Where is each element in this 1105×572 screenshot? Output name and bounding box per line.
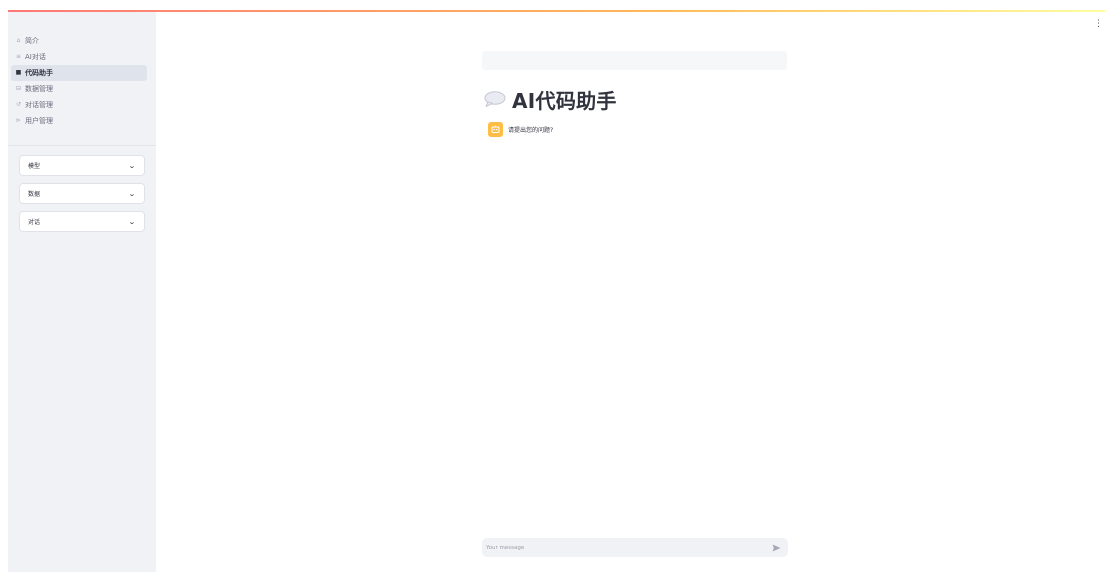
speech-balloon-icon bbox=[484, 91, 506, 107]
chat-bubble-icon: ■ bbox=[15, 69, 22, 76]
sidebar-item-label: 简介 bbox=[25, 37, 39, 45]
sidebar-item-label: 对话管理 bbox=[25, 101, 53, 109]
sidebar-item-label: 用户管理 bbox=[25, 117, 53, 125]
expander-chat[interactable]: 对话 ⌄ bbox=[19, 211, 145, 232]
chat-input[interactable] bbox=[486, 544, 746, 551]
sidebar-divider bbox=[8, 145, 156, 146]
chat-icon: ≡ bbox=[15, 53, 22, 60]
sidebar-item-label: 数据管理 bbox=[25, 85, 53, 93]
database-icon: ⊟ bbox=[15, 85, 22, 92]
chevron-down-icon: ⌄ bbox=[128, 189, 136, 198]
header-decoration-bar bbox=[8, 10, 1105, 12]
sidebar-item-chat-management[interactable]: ↺ 对话管理 bbox=[11, 97, 147, 113]
chat-message-text: 请提出您的问题? bbox=[508, 126, 554, 134]
page-title: AI代码助手 bbox=[484, 86, 617, 113]
sidebar-item-intro[interactable]: ⌂ 简介 bbox=[11, 33, 147, 49]
empty-placeholder-block bbox=[482, 51, 787, 70]
chevron-down-icon: ⌄ bbox=[128, 217, 136, 226]
send-icon[interactable] bbox=[772, 543, 781, 552]
expander-label: 模型 bbox=[28, 163, 41, 170]
sidebar-item-label: 代码助手 bbox=[25, 69, 53, 77]
expander-label: 对话 bbox=[28, 219, 41, 226]
expander-data[interactable]: 数据 ⌄ bbox=[19, 183, 145, 204]
bot-face-icon bbox=[491, 125, 500, 133]
expander-label: 数据 bbox=[28, 191, 41, 198]
sidebar-item-label: AI对话 bbox=[25, 53, 46, 61]
chat-message-assistant: 请提出您的问题? bbox=[488, 121, 553, 137]
sidebar-item-ai-chat[interactable]: ≡ AI对话 bbox=[11, 49, 147, 65]
main-menu-button[interactable]: ⋮ bbox=[1094, 18, 1103, 30]
assistant-avatar-icon bbox=[488, 121, 503, 137]
sidebar-nav: ⌂ 简介 ≡ AI对话 ■ 代码助手 ⊟ 数据管理 ↺ 对话管理 ⊳ 用户管理 bbox=[11, 33, 147, 129]
chat-input-container bbox=[482, 538, 788, 557]
page-title-text: AI代码助手 bbox=[512, 88, 617, 113]
chevron-down-icon: ⌄ bbox=[128, 161, 136, 170]
sidebar-item-user-management[interactable]: ⊳ 用户管理 bbox=[11, 113, 147, 129]
expander-model[interactable]: 模型 ⌄ bbox=[19, 155, 145, 176]
history-icon: ↺ bbox=[15, 101, 22, 108]
home-icon: ⌂ bbox=[16, 37, 21, 44]
sidebar-item-data-management[interactable]: ⊟ 数据管理 bbox=[11, 81, 147, 97]
sidebar-item-code-assistant[interactable]: ■ 代码助手 bbox=[11, 65, 147, 81]
user-icon: ⊳ bbox=[15, 117, 22, 124]
